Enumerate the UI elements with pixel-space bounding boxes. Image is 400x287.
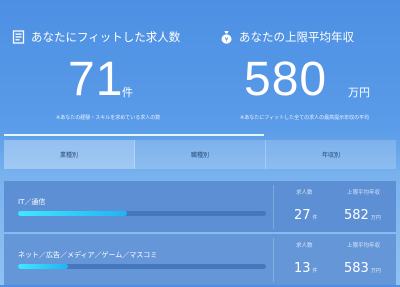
svg-text:¥: ¥ <box>225 36 229 43</box>
tab-occupation[interactable]: 職種別 <box>135 140 266 169</box>
average-salary-unit: 万円 <box>370 215 381 221</box>
count-header: 求人数 <box>296 243 313 249</box>
jobs-count-unit: 件 <box>122 86 133 99</box>
job-count-unit: 件 <box>312 215 318 221</box>
breakdown-list: IT／通信 求人数 上限平均年収 27 件 582 万円 ネット／広告／メディア／ゲ… <box>4 181 396 287</box>
salary-panel: ¥ あなたの上限平均年収 580 万円 ※あなたにフィットした全ての求人の最高提… <box>200 0 400 130</box>
average-salary: 582 万円 <box>344 208 381 223</box>
job-count-value: 27 <box>294 208 311 223</box>
job-count-value: 13 <box>294 261 311 276</box>
document-icon <box>12 30 25 44</box>
list-item[interactable]: IT／通信 求人数 上限平均年収 27 件 582 万円 <box>4 181 396 232</box>
job-count: 13 件 <box>294 261 318 276</box>
salary-title: あなたの上限平均年収 <box>239 30 354 44</box>
progress-track <box>18 264 266 269</box>
job-count-unit: 件 <box>312 268 318 274</box>
list-item-label: ネット／広告／メディア／ゲーム／マスコミ <box>18 251 158 259</box>
salary-note: ※あなたにフィットした全ての求人の最高提示年収の平均 <box>240 115 370 121</box>
jobs-count-panel: あなたにフィットした求人数 71 件 ※あなたの経験・スキルを求めている求人の数 <box>0 0 200 130</box>
salary-value: 580 <box>244 53 328 106</box>
jobs-count-title: あなたにフィットした求人数 <box>31 30 181 44</box>
salary-header: 上限平均年収 <box>347 190 381 196</box>
salary-title-row: ¥ あなたの上限平均年収 <box>220 29 354 45</box>
average-salary: 583 万円 <box>344 261 381 276</box>
job-count: 27 件 <box>294 208 318 223</box>
progress-track <box>18 211 266 216</box>
salary-header: 上限平均年収 <box>347 243 381 249</box>
count-header: 求人数 <box>296 190 313 196</box>
jobs-count-title-row: あなたにフィットした求人数 <box>12 29 180 45</box>
active-section-indicator <box>4 134 264 136</box>
tab-salary-range[interactable]: 年収別 <box>266 140 396 169</box>
average-salary-unit: 万円 <box>370 268 381 274</box>
salary-unit: 万円 <box>348 86 370 99</box>
jobs-count-value: 71 <box>68 53 124 106</box>
money-bag-icon: ¥ <box>221 31 232 44</box>
average-salary-value: 583 <box>344 261 369 276</box>
list-item-label: IT／通信 <box>18 198 46 206</box>
progress-fill <box>18 264 68 269</box>
jobs-count-note: ※あなたの経験・スキルを求めている求人の数 <box>56 115 161 121</box>
progress-fill <box>18 211 128 216</box>
tab-industry[interactable]: 業種別 <box>4 140 135 169</box>
list-item[interactable]: ネット／広告／メディア／ゲーム／マスコミ 求人数 上限平均年収 13 件 583 万… <box>4 234 396 285</box>
column-divider <box>273 185 274 229</box>
column-divider <box>273 238 274 282</box>
category-tabs: 業種別 職種別 年収別 <box>4 140 396 169</box>
average-salary-value: 582 <box>344 208 369 223</box>
